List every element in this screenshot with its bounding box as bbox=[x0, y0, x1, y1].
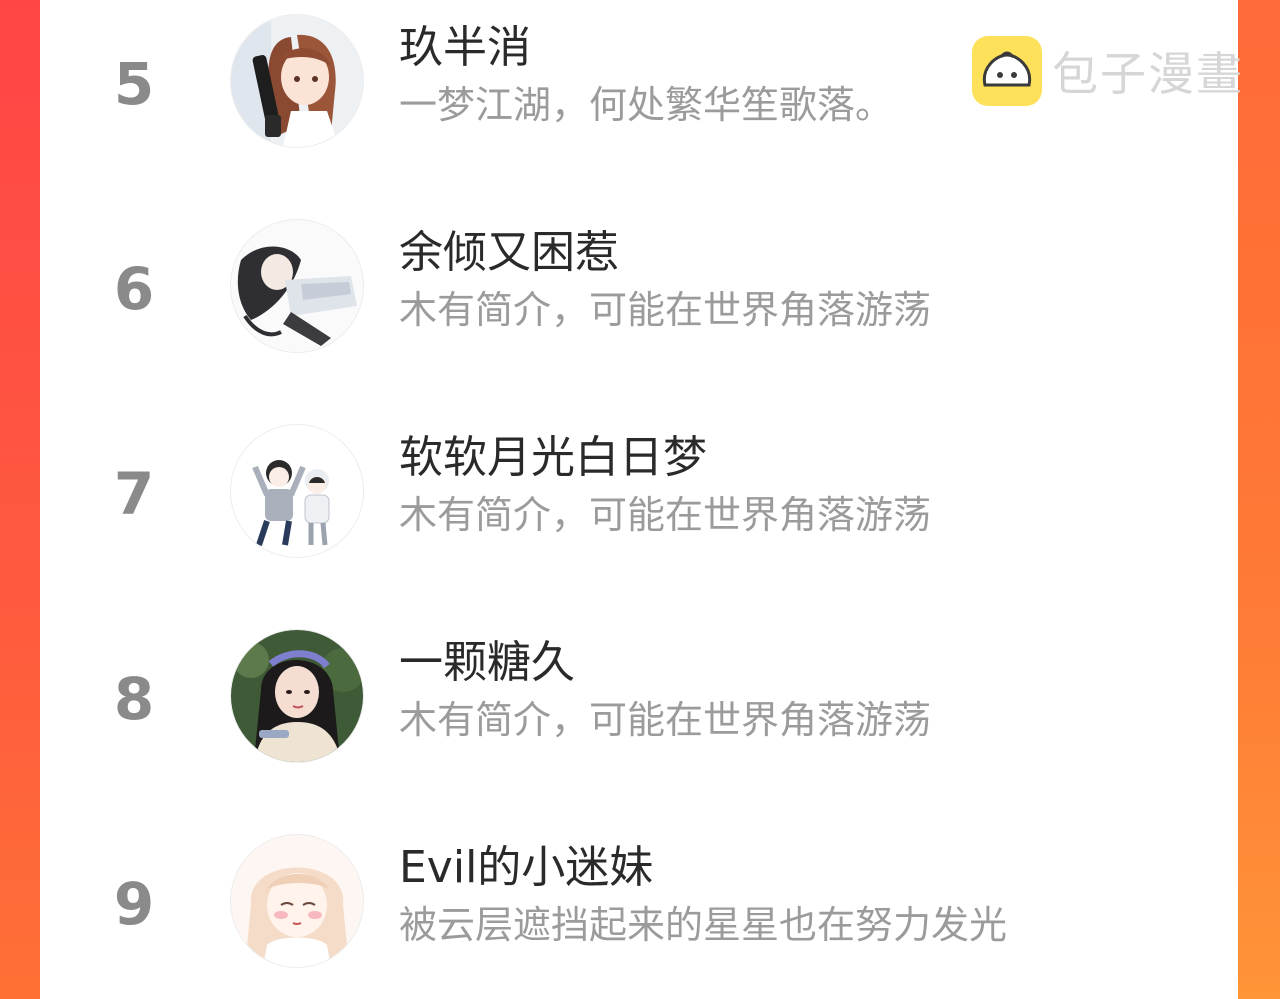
rank-number: 7 bbox=[113, 460, 155, 528]
avatar-anime-pink-girl-icon[interactable] bbox=[230, 834, 364, 968]
ranking-panel: 5 玖半消 一梦江湖，何处繁华笙歌落。 6 余倾又困惹 木有简介，可能在世界角落… bbox=[40, 0, 1238, 999]
avatar-photo-girl-icon[interactable] bbox=[230, 629, 364, 763]
rank-number: 9 bbox=[113, 870, 155, 938]
user-name[interactable]: 一颗糖久 bbox=[399, 641, 575, 685]
user-bio: 被云层遮挡起来的星星也在努力发光 bbox=[399, 903, 1008, 947]
user-bio: 木有简介，可能在世界角落游荡 bbox=[399, 493, 932, 537]
avatar-anime-girl-with-gun-icon[interactable] bbox=[230, 14, 364, 148]
steamed-bun-icon bbox=[972, 36, 1042, 106]
ranking-row-8[interactable]: 8 一颗糖久 木有简介，可能在世界角落游荡 bbox=[40, 615, 1238, 820]
brand-watermark: 包子漫畫 bbox=[972, 36, 1244, 106]
rank-number: 8 bbox=[113, 665, 155, 733]
brand-name: 包子漫畫 bbox=[1052, 47, 1244, 101]
ranking-row-9[interactable]: 9 Evil的小迷妹 被云层遮挡起来的星星也在努力发光 bbox=[40, 820, 1238, 999]
ranking-row-7[interactable]: 7 软软月光白日梦 木有简介，可能在世界角落游荡 bbox=[40, 410, 1238, 615]
user-bio: 木有简介，可能在世界角落游荡 bbox=[399, 288, 932, 332]
right-frame-border bbox=[1238, 0, 1280, 999]
rank-number: 5 bbox=[113, 50, 155, 118]
user-name[interactable]: Evil的小迷妹 bbox=[399, 846, 653, 890]
user-name[interactable]: 余倾又困惹 bbox=[399, 231, 619, 275]
rank-number: 6 bbox=[113, 255, 155, 323]
user-name[interactable]: 玖半消 bbox=[399, 26, 531, 70]
left-frame-border bbox=[0, 0, 40, 999]
avatar-cartoon-couple-icon[interactable] bbox=[230, 424, 364, 558]
avatar-anime-lying-girl-icon[interactable] bbox=[230, 219, 364, 353]
user-bio: 一梦江湖，何处繁华笙歌落。 bbox=[399, 83, 894, 127]
user-name[interactable]: 软软月光白日梦 bbox=[399, 436, 707, 480]
user-bio: 木有简介，可能在世界角落游荡 bbox=[399, 698, 932, 742]
ranking-row-6[interactable]: 6 余倾又困惹 木有简介，可能在世界角落游荡 bbox=[40, 205, 1238, 410]
